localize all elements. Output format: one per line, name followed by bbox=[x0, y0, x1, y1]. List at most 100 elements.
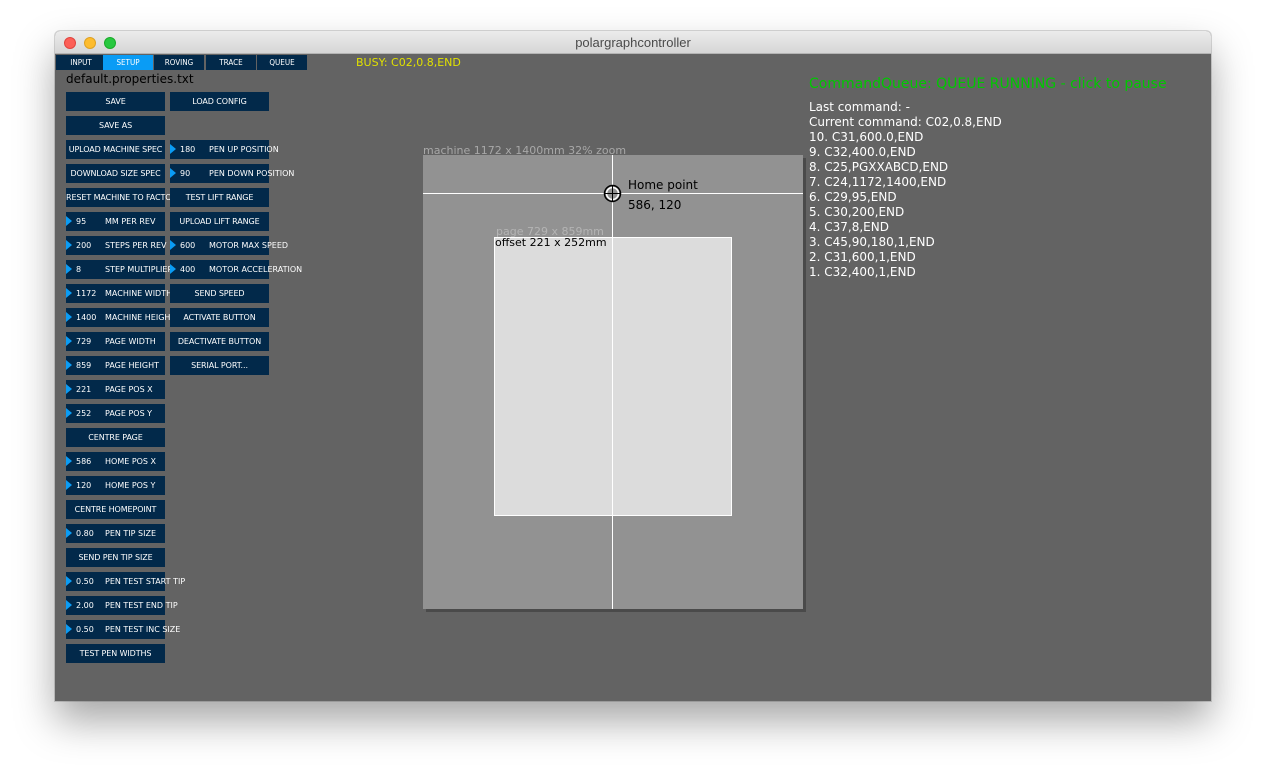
centre-page-button[interactable]: CENTRE PAGE bbox=[66, 428, 165, 447]
field-label: PEN UP POSITION bbox=[209, 145, 279, 154]
pen-tip-size-field[interactable]: 0.80 PEN TIP SIZE bbox=[66, 524, 165, 543]
field-label: PEN TIP SIZE bbox=[105, 529, 156, 538]
home-pos-x-field[interactable]: 586 HOME POS X bbox=[66, 452, 165, 471]
pen-test-start-tip-field[interactable]: 0.50 PEN TEST START TIP bbox=[66, 572, 185, 591]
send-speed-button[interactable]: SEND SPEED bbox=[170, 284, 269, 303]
activate-button[interactable]: ACTIVATE BUTTON bbox=[170, 308, 269, 327]
deactivate-button[interactable]: DEACTIVATE BUTTON bbox=[170, 332, 269, 351]
field-value: 180 bbox=[180, 145, 196, 154]
upload-lift-range-button[interactable]: UPLOAD LIFT RANGE bbox=[170, 212, 269, 231]
pen-test-inc-size-field[interactable]: 0.50 PEN TEST INC SIZE bbox=[66, 620, 180, 639]
machine-width-field[interactable]: 1172 MACHINE WIDTH bbox=[66, 284, 172, 303]
drag-arrow-icon bbox=[66, 288, 72, 298]
save-as-button[interactable]: SAVE AS bbox=[66, 116, 165, 135]
home-pos-y-field[interactable]: 120 HOME POS Y bbox=[66, 476, 165, 495]
field-label: PEN TEST START TIP bbox=[105, 577, 186, 586]
drag-arrow-icon bbox=[170, 240, 176, 250]
machine-height-field[interactable]: 1400 MACHINE HEIGHT bbox=[66, 308, 175, 327]
tab-setup[interactable]: SETUP bbox=[103, 55, 153, 70]
save-button[interactable]: SAVE bbox=[66, 92, 165, 111]
field-value: 2.00 bbox=[76, 601, 94, 610]
field-value: 200 bbox=[76, 241, 92, 250]
queue-item: 5. C30,200,END bbox=[809, 205, 905, 219]
pen-test-end-tip-field[interactable]: 2.00 PEN TEST END TIP bbox=[66, 596, 178, 615]
queue-item: 8. C25,PGXXABCD,END bbox=[809, 160, 949, 174]
main-content: INPUT SETUP ROVING TRACE QUEUE BUSY: C02… bbox=[55, 54, 1211, 701]
machine-label: machine 1172 x 1400mm 32% zoom bbox=[423, 144, 627, 157]
home-point-label: Home point bbox=[628, 178, 698, 192]
page-height-field[interactable]: 859 PAGE HEIGHT bbox=[66, 356, 165, 375]
field-label: PEN TEST INC SIZE bbox=[105, 625, 181, 634]
pen-up-position-field[interactable]: 180 PEN UP POSITION bbox=[170, 140, 279, 159]
field-value: 252 bbox=[76, 409, 92, 418]
field-value: 729 bbox=[76, 337, 92, 346]
field-value: 221 bbox=[76, 385, 92, 394]
field-label: STEP MULTIPLIER bbox=[105, 265, 173, 274]
page-area[interactable] bbox=[494, 237, 732, 516]
field-label: MOTOR ACCELERATION bbox=[209, 265, 303, 274]
home-crosshair-icon[interactable] bbox=[603, 184, 622, 203]
queue-item: 2. C31,600,1,END bbox=[809, 250, 916, 264]
test-pen-widths-button[interactable]: TEST PEN WIDTHS bbox=[66, 644, 165, 663]
send-pen-tip-size-button[interactable]: SEND PEN TIP SIZE bbox=[66, 548, 165, 567]
field-label: MM PER REV bbox=[105, 217, 156, 226]
last-command: Last command: - bbox=[809, 100, 910, 114]
field-value: 0.50 bbox=[76, 625, 94, 634]
queue-status-toggle[interactable]: CommandQueue: QUEUE RUNNING - click to p… bbox=[809, 76, 1167, 92]
drag-arrow-icon bbox=[66, 480, 72, 490]
field-value: 120 bbox=[76, 481, 92, 490]
motor-max-speed-field[interactable]: 600 MOTOR MAX SPEED bbox=[170, 236, 288, 255]
motor-acceleration-field[interactable]: 400 MOTOR ACCELERATION bbox=[170, 260, 302, 279]
field-label: PEN TEST END TIP bbox=[105, 601, 178, 610]
load-config-button[interactable]: LOAD CONFIG bbox=[170, 92, 269, 111]
drag-arrow-icon bbox=[66, 600, 72, 610]
tab-trace[interactable]: TRACE bbox=[206, 55, 256, 70]
field-value: 400 bbox=[180, 265, 196, 274]
test-lift-range-button[interactable]: TEST LIFT RANGE bbox=[170, 188, 269, 207]
mm-per-rev-field[interactable]: 95 MM PER REV bbox=[66, 212, 165, 231]
current-command: Current command: C02,0.8,END bbox=[809, 115, 1002, 129]
field-label: PEN DOWN POSITION bbox=[209, 169, 295, 178]
field-label: PAGE POS Y bbox=[105, 409, 153, 418]
field-label: PAGE HEIGHT bbox=[105, 361, 159, 370]
drag-arrow-icon bbox=[66, 264, 72, 274]
field-value: 586 bbox=[76, 457, 92, 466]
busy-status: BUSY: C02,0.8,END bbox=[356, 56, 461, 69]
field-value: 90 bbox=[180, 169, 191, 178]
drag-arrow-icon bbox=[66, 216, 72, 226]
pen-down-position-field[interactable]: 90 PEN DOWN POSITION bbox=[170, 164, 294, 183]
offset-label: offset 221 x 252mm bbox=[495, 236, 607, 249]
field-label: STEPS PER REV bbox=[105, 241, 167, 250]
field-value: 859 bbox=[76, 361, 92, 370]
step-multiplier-field[interactable]: 8 STEP MULTIPLIER bbox=[66, 260, 173, 279]
field-label: MACHINE WIDTH bbox=[105, 289, 173, 298]
title-bar: polargraphcontroller bbox=[55, 31, 1211, 54]
page-pos-y-field[interactable]: 252 PAGE POS Y bbox=[66, 404, 165, 423]
field-value: 8 bbox=[76, 265, 82, 274]
centre-homepoint-button[interactable]: CENTRE HOMEPOINT bbox=[66, 500, 165, 519]
queue-item: 4. C37,8,END bbox=[809, 220, 889, 234]
tab-roving[interactable]: ROVING bbox=[154, 55, 204, 70]
home-vertical-line bbox=[612, 155, 613, 609]
field-label: MOTOR MAX SPEED bbox=[209, 241, 289, 250]
tab-queue[interactable]: QUEUE bbox=[257, 55, 307, 70]
queue-item: 6. C29,95,END bbox=[809, 190, 897, 204]
window-title: polargraphcontroller bbox=[575, 35, 691, 50]
upload-machine-spec-button[interactable]: UPLOAD MACHINE SPEC bbox=[66, 140, 165, 159]
field-label: PAGE WIDTH bbox=[105, 337, 156, 346]
drag-arrow-icon bbox=[170, 264, 176, 274]
drag-arrow-icon bbox=[66, 360, 72, 370]
serial-port-button[interactable]: SERIAL PORT... bbox=[170, 356, 269, 375]
reset-machine-button[interactable]: RESET MACHINE TO FACTORY bbox=[66, 188, 181, 207]
home-point-coords: 586, 120 bbox=[628, 198, 682, 212]
drag-arrow-icon bbox=[66, 408, 72, 418]
page-pos-x-field[interactable]: 221 PAGE POS X bbox=[66, 380, 165, 399]
steps-per-rev-field[interactable]: 200 STEPS PER REV bbox=[66, 236, 167, 255]
page-width-field[interactable]: 729 PAGE WIDTH bbox=[66, 332, 165, 351]
queue-item: 1. C32,400,1,END bbox=[809, 265, 916, 279]
drag-arrow-icon bbox=[66, 312, 72, 322]
drag-arrow-icon bbox=[66, 456, 72, 466]
tab-input[interactable]: INPUT bbox=[56, 55, 106, 70]
download-size-spec-button[interactable]: DOWNLOAD SIZE SPEC bbox=[66, 164, 165, 183]
field-value: 1172 bbox=[76, 289, 97, 298]
